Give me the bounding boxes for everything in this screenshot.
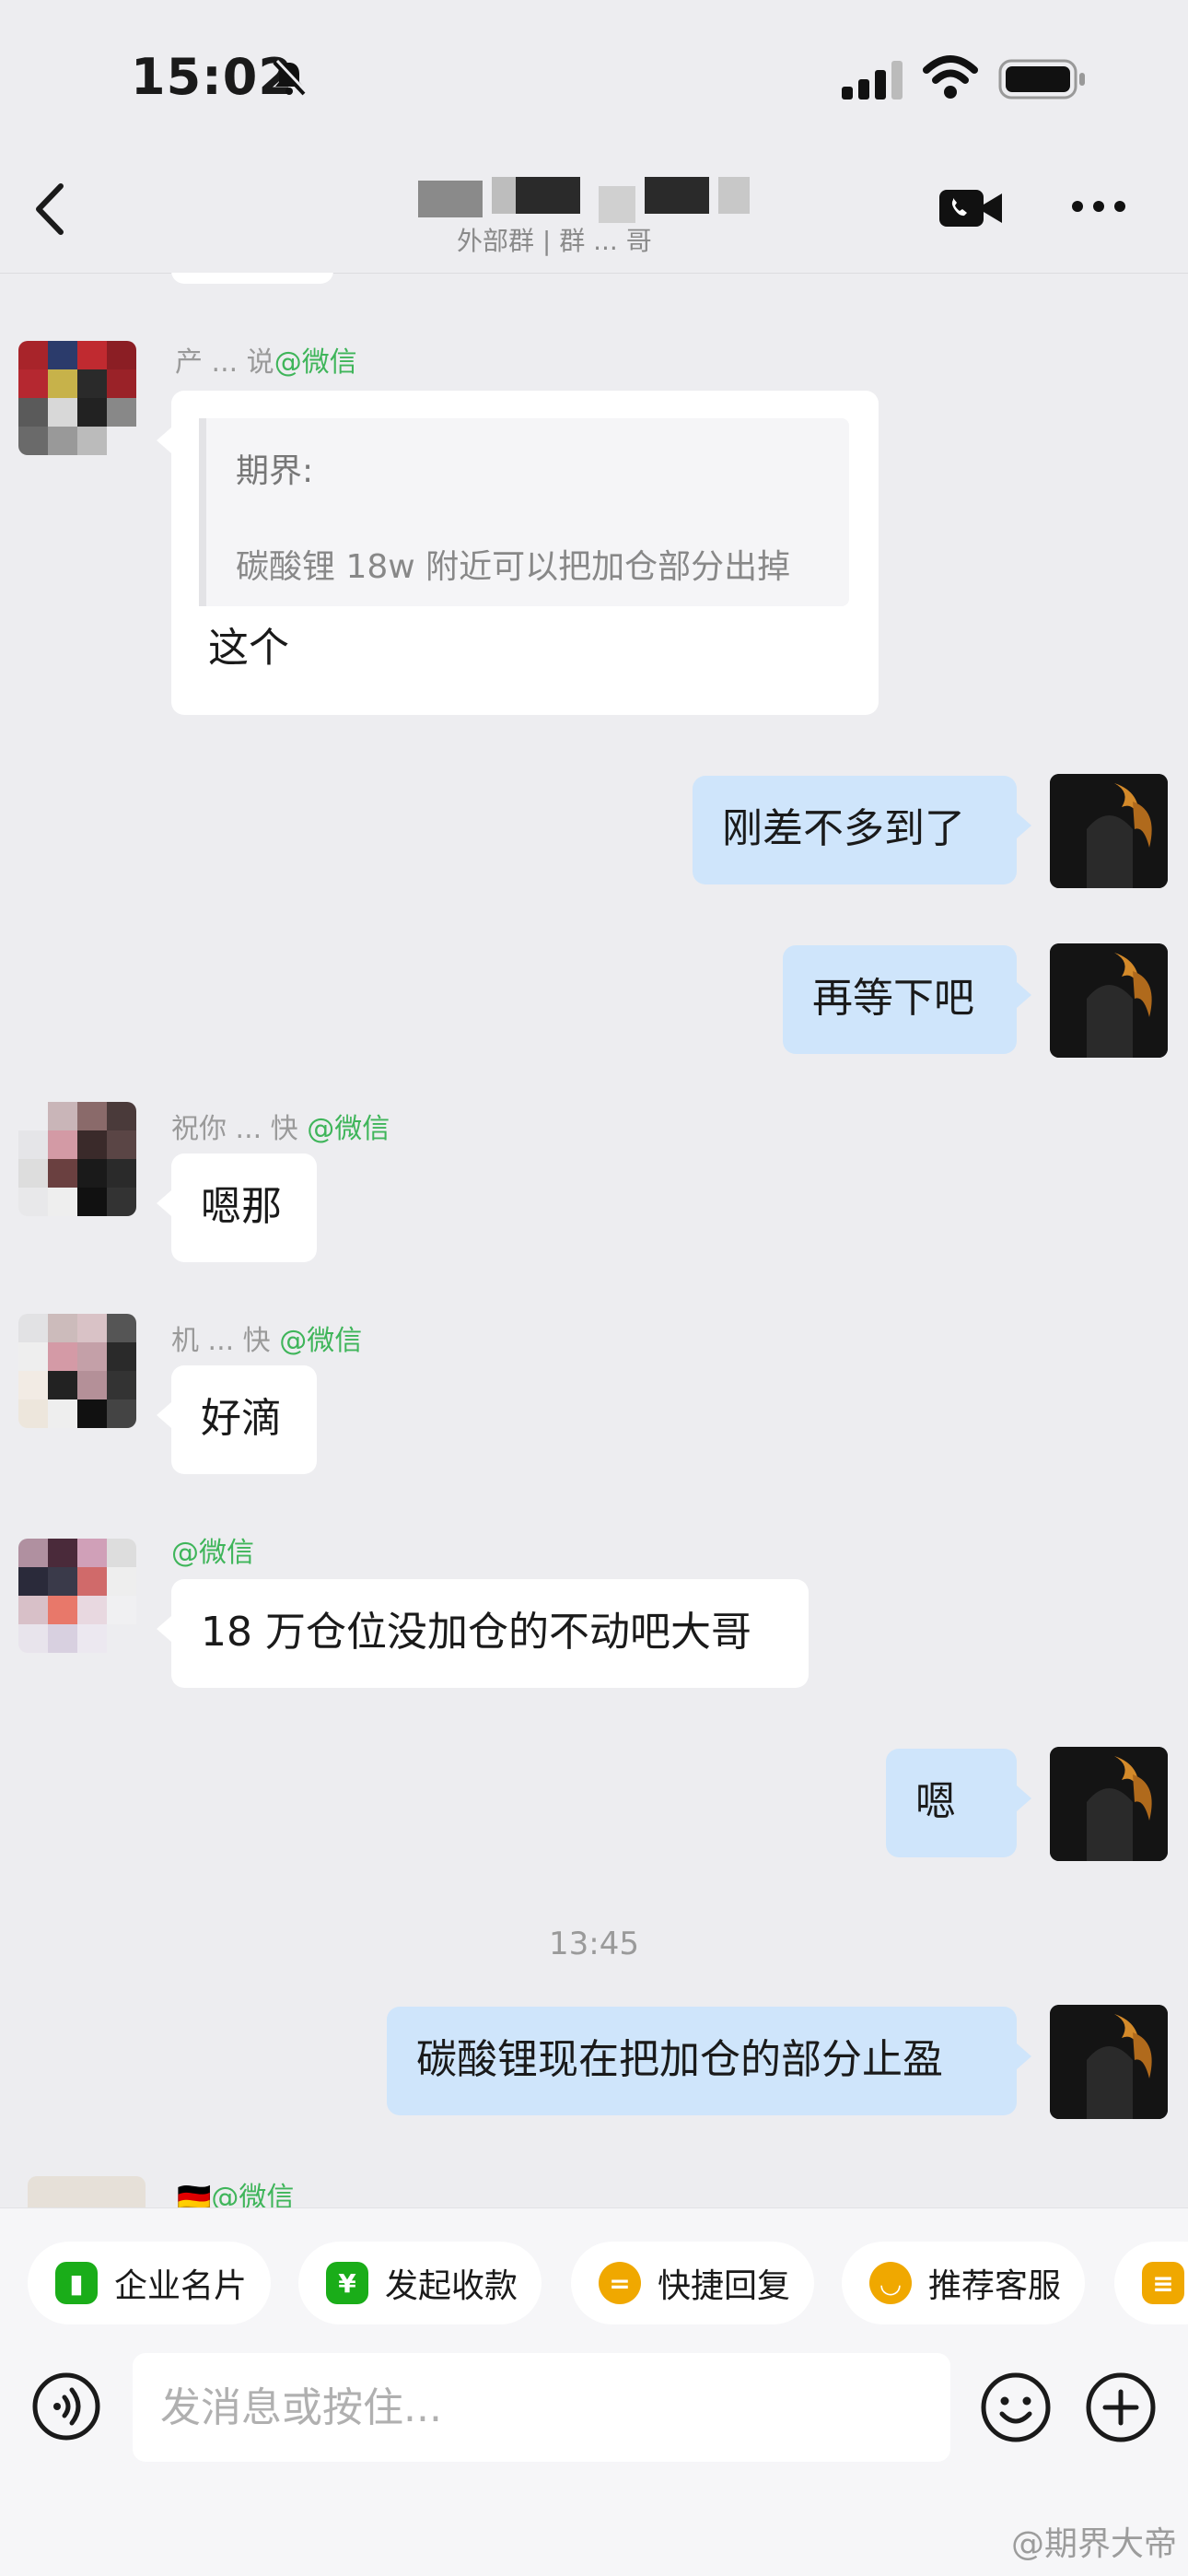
document-icon: ≡ bbox=[1142, 2262, 1184, 2304]
quick-reply-button[interactable]: = 快捷回复 bbox=[571, 2242, 815, 2324]
timestamp: 13:45 bbox=[549, 1926, 639, 1962]
mute-bell-icon bbox=[273, 59, 309, 96]
card-icon: ▮ bbox=[55, 2262, 98, 2304]
sender-name: 机 ... 快 @微信 bbox=[171, 1325, 363, 1357]
back-chevron-icon[interactable] bbox=[28, 177, 74, 241]
avatar[interactable] bbox=[18, 1314, 136, 1428]
quote-text: 碳酸锂 18w 附近可以把加仓部分出掉 bbox=[236, 548, 791, 586]
cellular-signal-icon bbox=[842, 61, 903, 100]
avatar-image bbox=[1050, 2005, 1168, 2119]
message-text: 嗯那 bbox=[201, 1183, 282, 1230]
avatar-image bbox=[1050, 943, 1168, 1058]
message-bubble[interactable]: 嗯那 bbox=[157, 1153, 317, 1262]
enterprise-card-button[interactable]: ▮ 企业名片 bbox=[28, 2242, 272, 2324]
recommend-service-button[interactable]: ◡ 推荐客服 bbox=[842, 2242, 1086, 2324]
video-call-icon[interactable] bbox=[938, 184, 1004, 232]
my-avatar[interactable] bbox=[1050, 943, 1168, 1058]
my-avatar[interactable] bbox=[1050, 1747, 1168, 1861]
message-text: 再等下吧 bbox=[812, 975, 974, 1022]
message-input[interactable] bbox=[133, 2353, 950, 2462]
avatar[interactable] bbox=[28, 2176, 146, 2207]
my-avatar[interactable] bbox=[1050, 774, 1168, 888]
avatar[interactable] bbox=[18, 1539, 136, 1653]
sender-name: 祝你 ... 快 @微信 bbox=[171, 1113, 390, 1145]
battery-icon bbox=[998, 59, 1085, 100]
message-text: 刚差不多到了 bbox=[722, 805, 965, 852]
quote-author: 期界: bbox=[236, 452, 314, 490]
previous-message-bubble bbox=[171, 273, 333, 284]
message-text: 18 万仓位没加仓的不动吧大哥 bbox=[201, 1609, 751, 1656]
watermark: @期界大帝 bbox=[1010, 2525, 1177, 2563]
my-message-bubble[interactable]: 再等下吧 bbox=[783, 945, 1031, 1054]
plus-icon[interactable] bbox=[1085, 2371, 1157, 2443]
avatar[interactable] bbox=[18, 341, 136, 455]
more-quick-action-button[interactable]: ≡ bbox=[1114, 2242, 1188, 2324]
message-text: 这个 bbox=[208, 625, 289, 672]
payment-request-button[interactable]: ¥ 发起收款 bbox=[298, 2242, 542, 2324]
emoji-icon[interactable] bbox=[980, 2371, 1052, 2443]
wifi-icon bbox=[923, 55, 978, 99]
service-icon: ◡ bbox=[869, 2262, 912, 2304]
message-list[interactable]: 产 ... 说@微信 期界: 碳酸锂 18w 附近可以把加仓部分出掉 这个 刚差… bbox=[0, 273, 1188, 2207]
message-bubble[interactable]: 18 万仓位没加仓的不动吧大哥 bbox=[157, 1579, 809, 1688]
group-title-redacted bbox=[405, 168, 792, 223]
message-text: 嗯 bbox=[915, 1778, 956, 1825]
input-bar: @期界大帝 bbox=[0, 2346, 1188, 2576]
quote-divider bbox=[199, 418, 206, 606]
avatar-image bbox=[1050, 774, 1168, 888]
group-subtitle: 外部群 | 群 ... 哥 bbox=[457, 226, 652, 256]
my-avatar[interactable] bbox=[1050, 2005, 1168, 2119]
avatar[interactable] bbox=[18, 1102, 136, 1216]
message-bubble[interactable]: 期界: 碳酸锂 18w 附近可以把加仓部分出掉 这个 bbox=[157, 391, 879, 715]
my-message-bubble[interactable]: 嗯 bbox=[886, 1749, 1031, 1857]
more-options-icon[interactable] bbox=[1068, 195, 1129, 217]
sender-name: @微信 bbox=[171, 1537, 254, 1569]
quoted-message[interactable]: 期界: 碳酸锂 18w 附近可以把加仓部分出掉 bbox=[199, 418, 849, 606]
status-bar: 15:02 bbox=[0, 0, 1188, 157]
quick-action-bar: ▮ 企业名片 ¥ 发起收款 = 快捷回复 ◡ 推荐客服 ≡ bbox=[0, 2207, 1188, 2347]
chat-header: 外部群 | 群 ... 哥 bbox=[0, 157, 1188, 274]
quick-reply-icon: = bbox=[599, 2262, 641, 2304]
message-text: 好滴 bbox=[201, 1395, 282, 1442]
my-message-bubble[interactable]: 刚差不多到了 bbox=[693, 776, 1031, 884]
sender-name: 产 ... 说@微信 bbox=[175, 346, 357, 379]
my-message-bubble[interactable]: 碳酸锂现在把加仓的部分止盈 bbox=[387, 2007, 1031, 2115]
sender-name: 🇩🇪@微信 bbox=[177, 2182, 295, 2207]
yuan-icon: ¥ bbox=[326, 2262, 368, 2304]
avatar-image bbox=[1050, 1747, 1168, 1861]
voice-input-icon[interactable] bbox=[31, 2371, 101, 2441]
message-bubble[interactable]: 好滴 bbox=[157, 1365, 317, 1474]
message-text: 碳酸锂现在把加仓的部分止盈 bbox=[416, 2036, 943, 2083]
